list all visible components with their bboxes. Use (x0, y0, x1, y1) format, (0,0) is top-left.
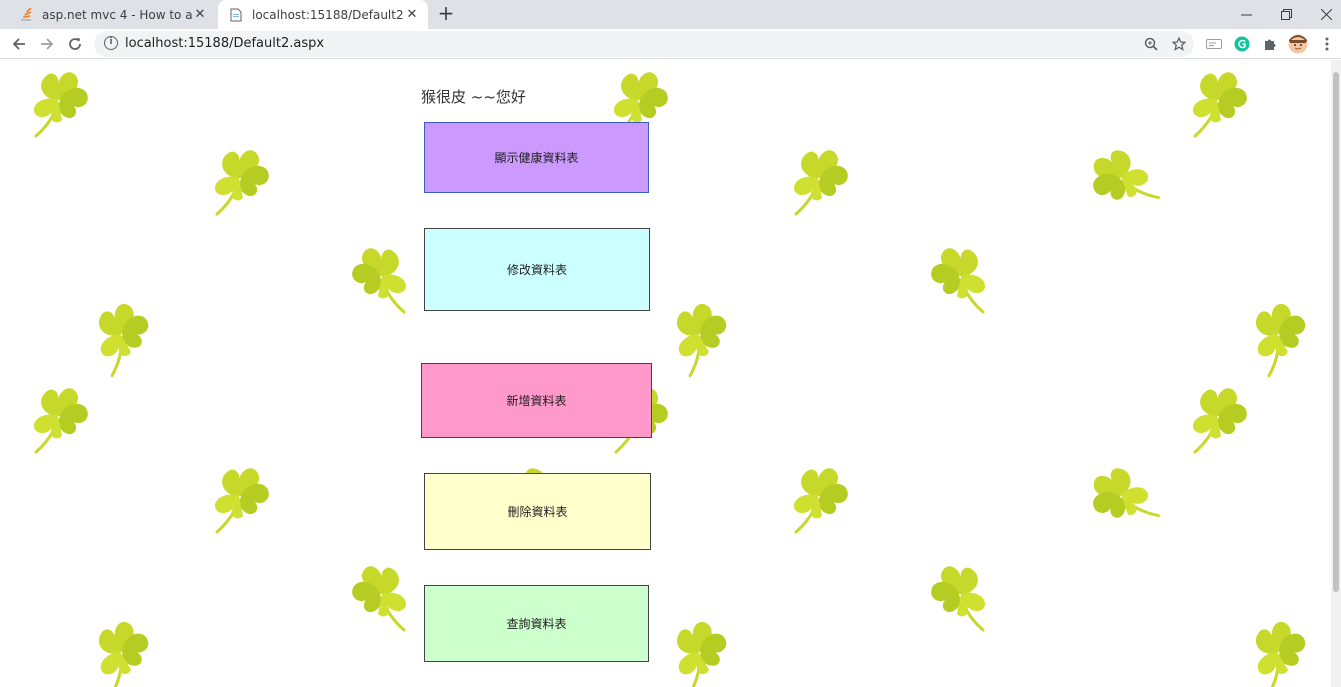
page-icon (228, 7, 244, 23)
url-text: localhost:15188/Default2.aspx (125, 36, 325, 51)
button-label: 新增資料表 (506, 394, 567, 408)
vertical-scrollbar[interactable] (1331, 60, 1341, 687)
clover-icon (1243, 614, 1320, 687)
close-window-icon[interactable] (1306, 0, 1341, 29)
forward-icon[interactable] (36, 33, 58, 55)
clover-icon (1191, 386, 1249, 454)
clover-icon (1080, 139, 1162, 225)
clover-icon (86, 614, 163, 687)
clover-icon (1191, 70, 1249, 138)
edit-table-button[interactable]: 修改資料表 (424, 228, 650, 311)
clover-icon (664, 614, 741, 687)
minimize-icon[interactable] (1226, 0, 1266, 29)
add-table-button[interactable]: 新增資料表 (421, 363, 652, 438)
stackoverflow-icon (18, 7, 34, 23)
tab-default2[interactable]: localhost:15188/Default2.aspx ✕ (218, 0, 428, 29)
site-info-icon[interactable]: i (104, 36, 118, 50)
clover-icon (350, 246, 408, 314)
toolbar: i localhost:15188/Default2.aspx (0, 29, 1341, 59)
zoom-icon[interactable] (1142, 35, 1160, 53)
clover-icon (32, 70, 90, 138)
show-health-table-button[interactable]: 顯示健康資料表 (424, 122, 649, 193)
clover-icon (664, 296, 741, 378)
delete-table-button[interactable]: 刪除資料表 (424, 473, 651, 550)
tab-stackoverflow[interactable]: asp.net mvc 4 - How to add ref ✕ (8, 0, 216, 29)
extension-card-icon[interactable] (1204, 34, 1224, 54)
extensions-puzzle-icon[interactable] (1260, 34, 1280, 54)
avatar[interactable] (1288, 34, 1308, 54)
scrollbar-thumb[interactable] (1333, 72, 1339, 592)
menu-kebab-icon[interactable] (1316, 33, 1338, 55)
button-label: 顯示健康資料表 (494, 151, 579, 165)
tab-title: localhost:15188/Default2.aspx (252, 7, 404, 22)
clover-icon (213, 148, 271, 216)
clover-icon (792, 466, 850, 534)
new-tab-button[interactable]: + (436, 3, 456, 24)
browser-window: asp.net mvc 4 - How to add ref ✕ localho… (0, 0, 1341, 687)
button-label: 查詢資料表 (506, 617, 567, 631)
greeting-text: 猴很皮 ~~您好 (421, 88, 526, 106)
clover-icon (1080, 457, 1162, 543)
close-icon[interactable]: ✕ (192, 7, 208, 23)
bookmark-star-icon[interactable] (1170, 35, 1188, 53)
close-icon[interactable]: ✕ (404, 7, 420, 23)
address-bar[interactable]: i localhost:15188/Default2.aspx (94, 31, 1194, 57)
button-label: 刪除資料表 (507, 505, 568, 519)
tab-strip: asp.net mvc 4 - How to add ref ✕ localho… (0, 0, 1341, 29)
grammarly-icon[interactable] (1232, 34, 1252, 54)
reload-icon[interactable] (64, 33, 86, 55)
page-viewport: 猴很皮 ~~您好 顯示健康資料表 修改資料表 新增資料表 刪除資料表 查詢資料表 (0, 60, 1341, 687)
query-table-button[interactable]: 查詢資料表 (424, 585, 649, 662)
clover-icon (86, 296, 163, 378)
restore-icon[interactable] (1266, 0, 1306, 29)
button-label: 修改資料表 (506, 263, 567, 277)
clover-icon (350, 564, 408, 632)
clover-icon (32, 386, 90, 454)
clover-icon (1243, 296, 1320, 378)
clover-icon (792, 148, 850, 216)
clover-icon (929, 246, 987, 314)
clover-icon (929, 564, 987, 632)
back-icon[interactable] (8, 33, 30, 55)
tab-title: asp.net mvc 4 - How to add ref (42, 7, 192, 22)
clover-icon (213, 466, 271, 534)
